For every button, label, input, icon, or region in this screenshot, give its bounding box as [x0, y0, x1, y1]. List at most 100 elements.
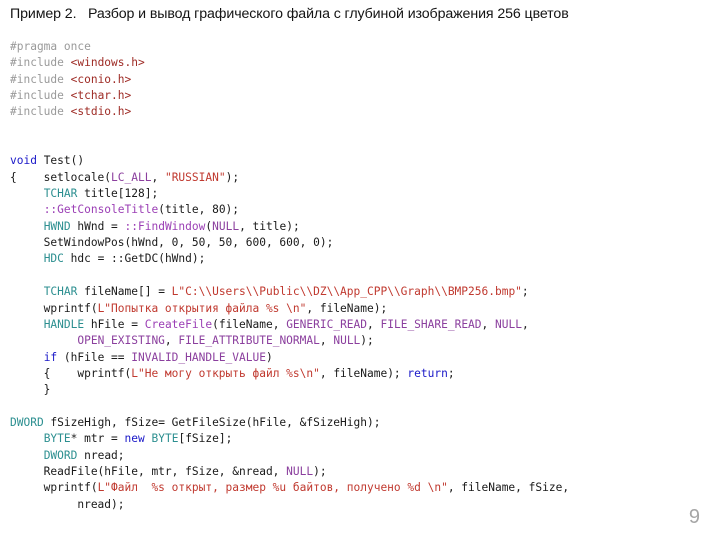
code-token-plain: wprintf(	[10, 481, 98, 495]
code-line: ReadFile(hFile, mtr, fSize, &nread, NULL…	[10, 464, 710, 480]
code-line: HDC hdc = ::GetDC(hWnd);	[10, 251, 710, 267]
code-token-plain: , fileName);	[319, 366, 408, 380]
code-line: SetWindowPos(hWnd, 0, 50, 50, 600, 600, …	[10, 235, 710, 251]
code-token-plain: fileName[] =	[77, 285, 172, 299]
code-line: nread);	[10, 497, 710, 513]
code-line: HANDLE hFile = CreateFile(fileName, GENE…	[10, 317, 710, 333]
code-token-type: TCHAR	[43, 285, 78, 299]
page-title: Пример 2. Разбор и вывод графического фа…	[10, 6, 569, 22]
code-token-hdr: <windows.h>	[70, 56, 145, 70]
code-token-plain: hWnd =	[70, 219, 125, 233]
code-line: #include <windows.h>	[10, 55, 710, 71]
code-token-const: NULL	[212, 219, 240, 233]
code-line: TCHAR title[128];	[10, 186, 710, 202]
code-token-hdr: <conio.h>	[70, 72, 132, 86]
code-token-type: DWORD	[10, 415, 44, 429]
code-token-plain: ;	[447, 366, 455, 380]
code-line: DWORD fSizeHigh, fSize= GetFileSize(hFil…	[10, 415, 710, 431]
code-listing: #pragma once #include <windows.h> #include…	[10, 39, 710, 513]
code-token-const: NULL	[286, 464, 314, 478]
code-token-pre: #pragma once	[10, 40, 91, 53]
code-token-plain: );	[313, 464, 327, 478]
code-line: wprintf(L"Попытка открытия файла %s \n",…	[10, 301, 710, 317]
code-token-fn: CreateFile	[144, 317, 213, 331]
code-token-plain: ;	[521, 285, 529, 299]
code-token-const: FILE_SHARE_READ	[380, 317, 482, 331]
code-token-type: HANDLE	[43, 317, 85, 331]
code-token-fn: ::FindWindow	[124, 219, 206, 233]
code-token-const: NULL	[333, 334, 361, 348]
code-line: BYTE* mtr = new BYTE[fSize];	[10, 431, 710, 447]
code-token-plain: }	[10, 383, 51, 397]
code-token-plain: hFile =	[84, 317, 145, 331]
code-token-plain: )	[265, 350, 273, 364]
slide-canvas: Пример 2. Разбор и вывод графического фа…	[0, 0, 720, 540]
code-token-type: HWND	[43, 219, 71, 233]
code-token-plain: SetWindowPos(hWnd, 0, 50, 50, 600, 600, …	[10, 236, 334, 250]
code-token-plain: );	[360, 334, 374, 348]
code-token-plain: title[128];	[77, 187, 159, 201]
code-token-plain: fSizeHigh, fSize= GetFileSize(hFile, &fS…	[43, 415, 381, 429]
code-line: #pragma once	[10, 39, 710, 55]
code-token-plain: ,	[151, 170, 165, 184]
code-token-type: BYTE	[151, 432, 179, 446]
code-line: { wprintf(L"Не могу открыть файл %s\n", …	[10, 366, 710, 382]
code-token-const: OPEN_EXISTING	[77, 334, 165, 348]
code-token-type: BYTE	[43, 432, 71, 446]
code-line: wprintf(L"Файл %s открыт, размер %u байт…	[10, 480, 710, 496]
code-token-plain: nread;	[77, 448, 125, 462]
code-token-plain: (hFile ==	[57, 350, 132, 364]
code-token-plain: ,	[521, 317, 529, 331]
code-line: DWORD nread;	[10, 448, 710, 464]
code-token-type: TCHAR	[43, 187, 78, 201]
code-token-plain: ,	[481, 317, 496, 331]
page-number: 9	[688, 506, 700, 528]
code-line: HWND hWnd = ::FindWindow(NULL, title);	[10, 219, 710, 235]
code-token-plain: { wprintf(	[10, 366, 132, 380]
code-token-kw: new	[124, 432, 145, 446]
code-line: if (hFile == INVALID_HANDLE_VALUE)	[10, 350, 710, 366]
code-token-plain: , title);	[239, 219, 300, 233]
code-token-fn: ::GetConsoleTitle	[43, 203, 159, 217]
code-token-const: LC_ALL	[111, 170, 152, 184]
code-token-kw: return	[407, 366, 448, 380]
code-token-const: NULL	[495, 317, 522, 331]
code-token-str: L"Попытка открытия файла %s \n"	[97, 301, 307, 315]
code-token-plain: (title, 80);	[158, 203, 240, 217]
code-token-plain: ,	[164, 334, 179, 348]
code-token-str: L"C:\\Users\\Public\\DZ\\App_CPP\\Graph\…	[171, 285, 522, 299]
code-token-plain: wprintf(	[10, 301, 98, 315]
code-token-plain: nread);	[10, 497, 125, 511]
code-token-pre: #include	[10, 89, 71, 103]
code-line: ::GetConsoleTitle(title, 80);	[10, 202, 710, 218]
code-token-str: "RUSSIAN"	[164, 170, 226, 184]
code-token-const: FILE_ATTRIBUTE_NORMAL	[178, 334, 320, 348]
code-token-pre: #include	[10, 56, 71, 70]
code-token-str: L"Файл %s открыт, размер %u байтов, полу…	[97, 481, 448, 495]
code-token-plain: ,	[319, 334, 334, 348]
code-token-type: HDC	[43, 252, 64, 266]
code-token-str: L"Не могу открыть файл %s\n"	[131, 366, 320, 380]
code-token-kw: if	[43, 350, 58, 364]
code-line: #include <tchar.h>	[10, 88, 710, 104]
code-line: TCHAR fileName[] = L"C:\\Users\\Public\\…	[10, 284, 710, 300]
code-line: { setlocale(LC_ALL, "RUSSIAN");	[10, 170, 710, 186]
code-line: OPEN_EXISTING, FILE_ATTRIBUTE_NORMAL, NU…	[10, 333, 710, 349]
code-token-kw: void	[10, 154, 37, 168]
code-token-plain: [fSize];	[178, 432, 233, 446]
code-token-const: GENERIC_READ	[286, 317, 368, 331]
code-token-plain: , fileName);	[306, 301, 388, 315]
code-token-const: INVALID_HANDLE_VALUE	[131, 350, 266, 364]
code-line: }	[10, 382, 710, 398]
code-line: void Test()	[10, 153, 710, 169]
